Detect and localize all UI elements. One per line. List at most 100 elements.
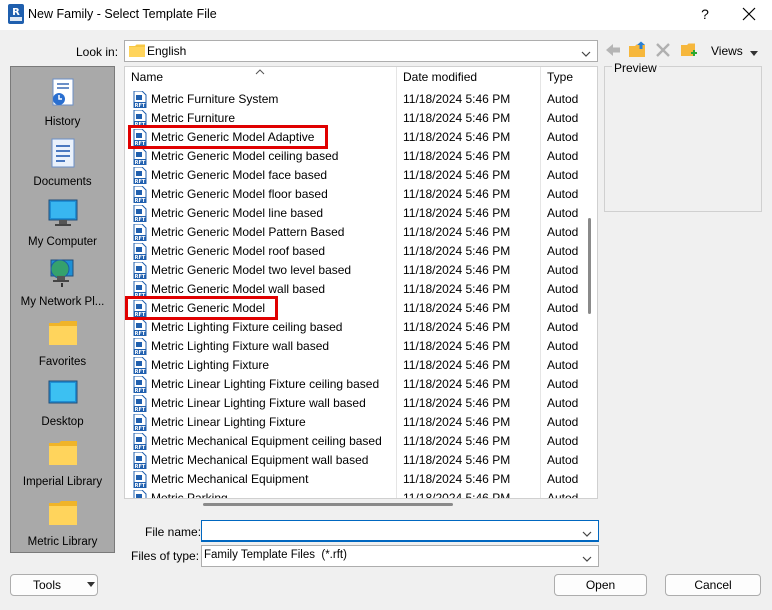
cancel-button[interactable]: Cancel — [665, 574, 761, 596]
caret-down-icon — [87, 582, 95, 588]
place-desktop[interactable]: Desktop — [11, 371, 114, 431]
place-history[interactable]: History — [11, 71, 114, 131]
chevron-down-icon[interactable] — [582, 526, 592, 540]
place-label: Favorites — [38, 356, 87, 368]
file-row[interactable]: RFT Metric Generic Model two level based 1… — [125, 261, 597, 280]
file-name-cell: Metric Mechanical Equipment wall based — [151, 453, 369, 467]
open-button[interactable]: Open — [554, 574, 647, 596]
file-name-cell: Metric Lighting Fixture ceiling based — [151, 320, 343, 334]
file-row[interactable]: RFT Metric Furniture System 11/18/2024 5:4… — [125, 90, 597, 109]
file-date-cell: 11/18/2024 5:46 PM — [403, 358, 511, 372]
up-folder-icon[interactable] — [628, 41, 646, 59]
close-button[interactable] — [736, 3, 762, 25]
place-metric-library[interactable]: Metric Library — [11, 491, 114, 551]
preview-pane — [604, 66, 762, 212]
file-name-cell: Metric Lighting Fixture — [151, 358, 270, 372]
rft-file-icon: RFT — [132, 337, 148, 356]
svg-text:RFT: RFT — [135, 217, 146, 222]
rft-file-icon: RFT — [132, 166, 148, 185]
new-folder-icon[interactable] — [680, 41, 698, 59]
files-of-type-dropdown[interactable]: Family Template Files (*.rft) — [201, 545, 599, 567]
file-type-cell: Autod — [547, 187, 579, 201]
svg-text:RFT: RFT — [135, 160, 146, 165]
place-my-network[interactable]: My Network Pl... — [11, 251, 114, 311]
place-imperial-library[interactable]: Imperial Library — [11, 431, 114, 491]
svg-text:RFT: RFT — [135, 464, 146, 469]
vertical-scrollbar-thumb[interactable] — [588, 218, 591, 314]
file-name-input[interactable] — [201, 520, 599, 542]
svg-text:RFT: RFT — [135, 426, 146, 431]
file-name-cell: Metric Lighting Fixture wall based — [151, 339, 330, 353]
file-date-cell: 11/18/2024 5:46 PM — [403, 149, 511, 163]
place-favorites[interactable]: Favorites — [11, 311, 114, 371]
folder-icon — [47, 497, 79, 529]
file-name-cell: Metric Linear Lighting Fixture — [151, 415, 306, 429]
place-label: Desktop — [41, 416, 84, 428]
file-row[interactable]: RFT Metric Generic Model Pattern Based 11/… — [125, 223, 597, 242]
place-label: My Network Pl... — [20, 296, 105, 308]
file-row[interactable]: RFTMetric Parking 11/18/2024 5:46 PM Autod — [125, 489, 597, 498]
svg-text:RFT: RFT — [135, 198, 146, 203]
chevron-down-icon — [581, 46, 591, 60]
file-date-cell: 11/18/2024 5:46 PM — [403, 244, 511, 258]
sort-ascending-icon — [255, 67, 265, 78]
delete-icon[interactable] — [654, 41, 672, 59]
file-name-cell: Metric Linear Lighting Fixture wall base… — [151, 396, 366, 410]
column-header-type[interactable]: Type — [547, 70, 573, 84]
file-name-cell: Metric Generic Model face based — [151, 168, 328, 182]
views-menu-button[interactable]: Views — [711, 44, 743, 58]
help-button[interactable]: ? — [692, 3, 718, 25]
file-type-cell: Autod — [547, 244, 579, 258]
file-row[interactable]: RFT Metric Generic Model line based 11/18/… — [125, 204, 597, 223]
look-in-dropdown[interactable]: English — [124, 40, 598, 62]
place-my-computer[interactable]: My Computer — [11, 191, 114, 251]
file-row[interactable]: RFT Metric Mechanical Equipment ceiling b… — [125, 432, 597, 451]
back-arrow-icon[interactable] — [604, 41, 622, 59]
horizontal-scrollbar-thumb[interactable] — [203, 503, 453, 506]
file-date-cell: 11/18/2024 5:46 PM — [403, 225, 511, 239]
svg-text:RFT: RFT — [135, 331, 146, 336]
column-header-name[interactable]: Name — [131, 70, 163, 84]
rft-file-icon: RFT — [132, 413, 148, 432]
file-row[interactable]: RFT Metric Lighting Fixture 11/18/2024 5:4… — [125, 356, 597, 375]
file-type-cell: Autod — [547, 168, 579, 182]
tools-label: Tools — [33, 578, 62, 592]
file-row[interactable]: RFT Metric Linear Lighting Fixture wall b… — [125, 394, 597, 413]
file-row[interactable]: RFT Metric Linear Lighting Fixture ceilin… — [125, 375, 597, 394]
tools-button[interactable]: Tools — [10, 574, 98, 596]
rft-file-icon: RFT — [132, 394, 148, 413]
place-documents[interactable]: Documents — [11, 131, 114, 191]
file-date-cell: 11/18/2024 5:46 PM — [403, 301, 511, 315]
file-row[interactable]: RFT Metric Linear Lighting Fixture 11/18/2… — [125, 413, 597, 432]
file-row[interactable]: RFT Metric Mechanical Equipment wall base… — [125, 451, 597, 470]
file-row[interactable]: RFT Metric Generic Model ceiling based 11/… — [125, 147, 597, 166]
column-header-date[interactable]: Date modified — [403, 70, 477, 84]
look-in-value: English — [147, 44, 187, 58]
file-row[interactable]: RFT Metric Generic Model floor based 11/18… — [125, 185, 597, 204]
svg-text:RFT: RFT — [135, 274, 146, 279]
file-name-cell: Metric Mechanical Equipment ceiling base… — [151, 434, 382, 448]
file-row[interactable]: RFT Metric Mechanical Equipment 11/18/2024… — [125, 470, 597, 489]
file-type-cell: Autod — [547, 320, 579, 334]
svg-text:RFT: RFT — [135, 445, 146, 450]
file-date-cell: 11/18/2024 5:46 PM — [403, 92, 511, 106]
caret-down-icon[interactable] — [750, 46, 758, 60]
places-bar: History Documents My Computer My Network… — [10, 66, 115, 553]
svg-text:RFT: RFT — [135, 483, 146, 488]
rft-file-icon: RFT — [132, 356, 148, 375]
file-date-cell: 11/18/2024 5:46 PM — [403, 339, 511, 353]
file-type-cell: Autod — [547, 339, 579, 353]
desktop-icon — [47, 377, 79, 409]
file-date-cell: 11/18/2024 5:46 PM — [403, 130, 511, 144]
highlight-box — [125, 296, 278, 320]
file-type-cell: Autod — [547, 111, 579, 125]
file-name-cell: Metric Linear Lighting Fixture ceiling b… — [151, 377, 380, 391]
computer-icon — [47, 197, 79, 229]
file-row[interactable]: RFT Metric Lighting Fixture ceiling based… — [125, 318, 597, 337]
rft-file-icon: RFT — [132, 204, 148, 223]
file-row[interactable]: RFT Metric Generic Model roof based 11/18/… — [125, 242, 597, 261]
file-name-cell: Metric Generic Model line based — [151, 206, 324, 220]
file-row[interactable]: RFT Metric Generic Model face based 11/18/… — [125, 166, 597, 185]
file-row[interactable]: RFT Metric Lighting Fixture wall based 11/… — [125, 337, 597, 356]
svg-text:R: R — [12, 7, 20, 18]
